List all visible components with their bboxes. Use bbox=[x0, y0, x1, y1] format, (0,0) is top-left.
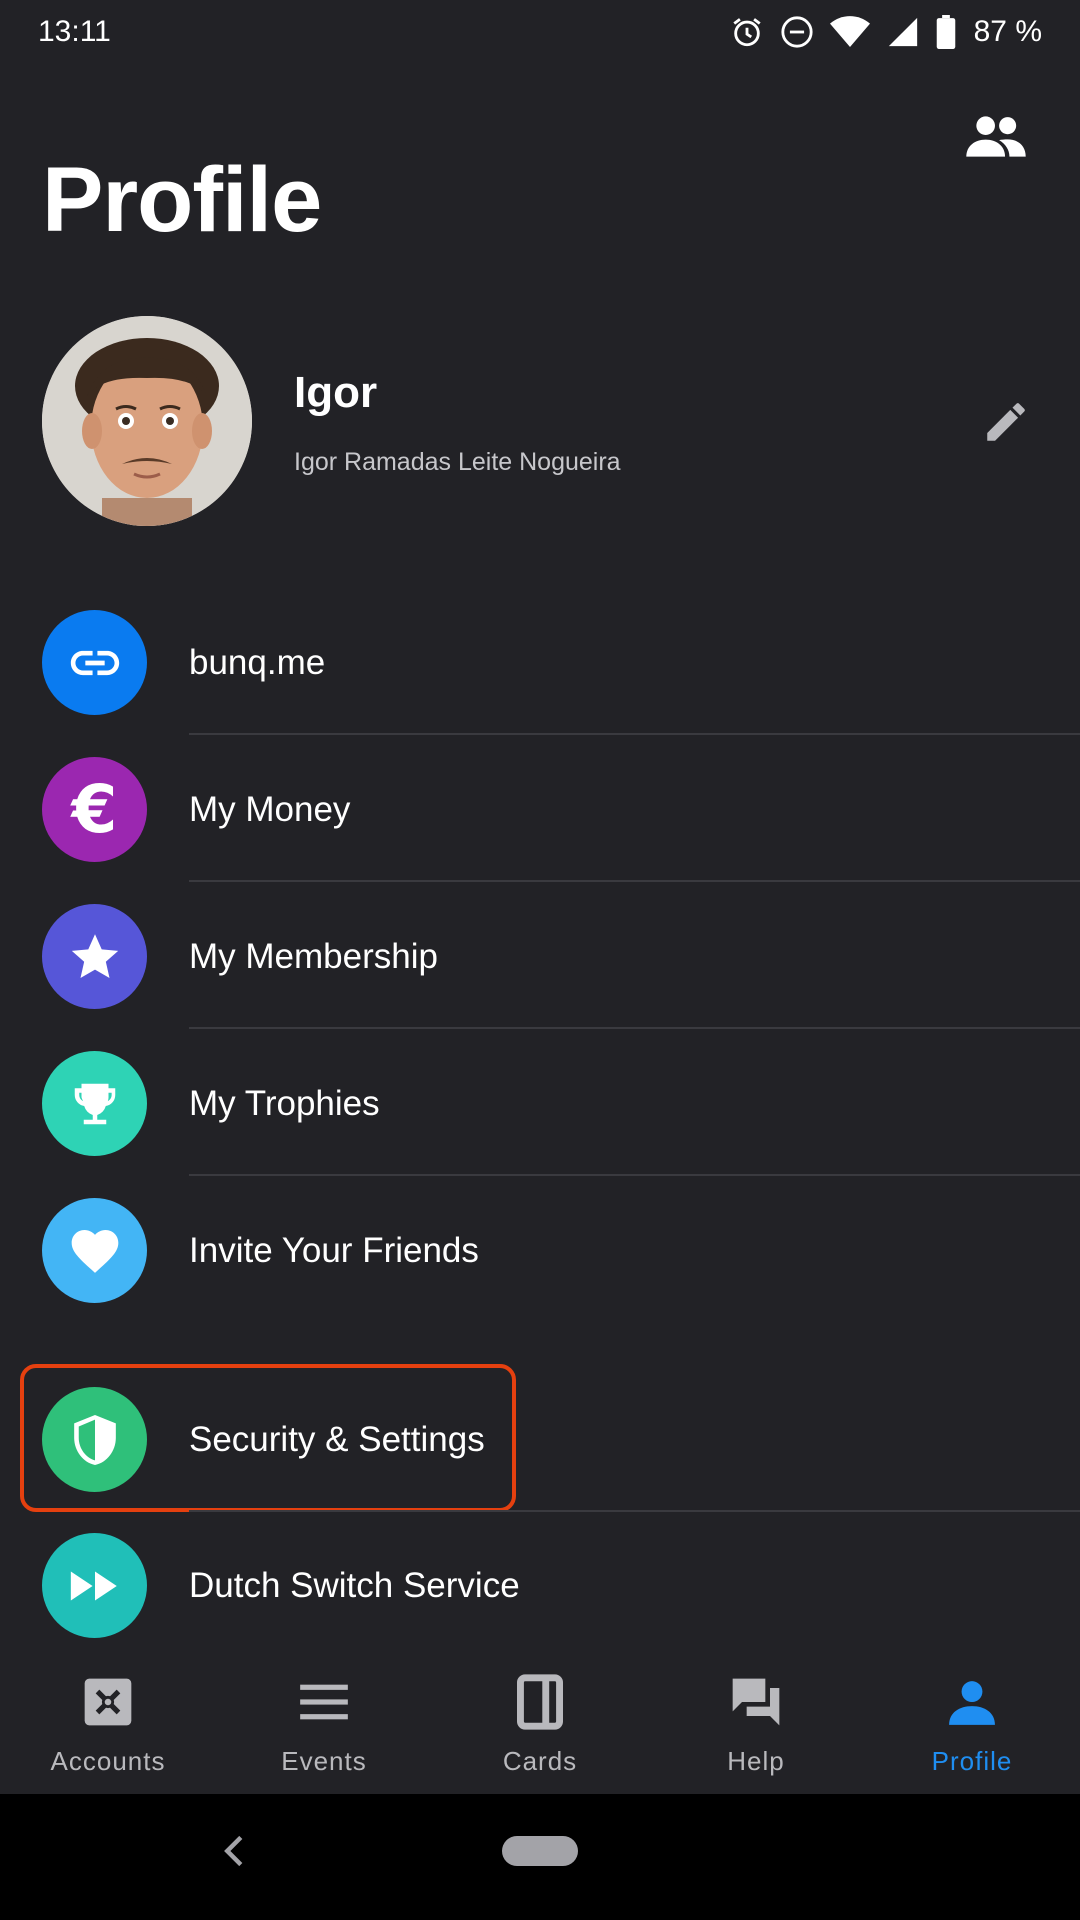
trophy-icon bbox=[42, 1051, 147, 1156]
people-icon bbox=[965, 114, 1027, 163]
alarm-icon bbox=[730, 15, 764, 49]
profile-full-name: Igor Ramadas Leite Nogueira bbox=[294, 448, 621, 476]
avatar[interactable] bbox=[42, 316, 252, 526]
wifi-icon bbox=[829, 15, 870, 49]
profile-name: Igor bbox=[294, 368, 378, 417]
menu-label: My Membership bbox=[189, 936, 438, 976]
menu-label: Invite Your Friends bbox=[189, 1230, 479, 1270]
menu-item-my-membership[interactable]: My Membership bbox=[0, 883, 1080, 1030]
link-icon bbox=[42, 610, 147, 715]
pencil-icon bbox=[981, 397, 1031, 452]
divider bbox=[189, 880, 1080, 882]
status-time: 13:11 bbox=[38, 15, 111, 48]
divider bbox=[189, 1174, 1080, 1176]
fast-forward-icon bbox=[42, 1533, 147, 1638]
menu-item-my-trophies[interactable]: My Trophies bbox=[0, 1030, 1080, 1177]
tab-cards[interactable]: Cards bbox=[432, 1652, 648, 1794]
menu-label: My Money bbox=[189, 789, 351, 829]
list-icon bbox=[298, 1672, 350, 1732]
chat-icon bbox=[728, 1672, 784, 1732]
do-not-disturb-icon bbox=[780, 15, 814, 49]
status-icons: 87 % bbox=[730, 15, 1042, 49]
menu-label: bunq.me bbox=[189, 642, 326, 682]
tab-label: Help bbox=[727, 1746, 785, 1776]
menu-item-bunq-me[interactable]: bunq.me bbox=[0, 589, 1080, 736]
battery-level: 87 % bbox=[973, 15, 1042, 48]
tab-label: Cards bbox=[502, 1746, 578, 1776]
menu-item-my-money[interactable]: € My Money bbox=[0, 736, 1080, 883]
vault-icon bbox=[80, 1672, 136, 1732]
tab-label: Accounts bbox=[50, 1746, 166, 1776]
divider bbox=[189, 733, 1080, 735]
battery-icon bbox=[936, 15, 956, 49]
tab-profile[interactable]: Profile bbox=[864, 1652, 1080, 1794]
menu-label: My Trophies bbox=[189, 1083, 380, 1123]
contacts-button[interactable] bbox=[960, 110, 1032, 166]
signal-icon bbox=[886, 15, 920, 49]
tab-label: Profile bbox=[931, 1746, 1013, 1776]
page-title: Profile bbox=[42, 149, 322, 251]
bottom-navigation: Accounts Events Cards Help Profile bbox=[0, 1652, 1080, 1794]
divider bbox=[189, 1027, 1080, 1029]
edit-profile-button[interactable] bbox=[976, 394, 1036, 454]
menu-item-invite-your-friends[interactable]: Invite Your Friends bbox=[0, 1177, 1080, 1324]
star-icon bbox=[42, 904, 147, 1009]
status-bar: 13:11 87 % bbox=[0, 0, 1080, 64]
heart-icon bbox=[42, 1198, 147, 1303]
menu-item-dutch-switch-service[interactable]: Dutch Switch Service bbox=[0, 1512, 1080, 1659]
tab-label: Events bbox=[281, 1746, 367, 1776]
back-button[interactable] bbox=[214, 1828, 254, 1878]
tab-accounts[interactable]: Accounts bbox=[0, 1652, 216, 1794]
tab-events[interactable]: Events bbox=[216, 1652, 432, 1794]
chevron-left-icon bbox=[223, 1834, 245, 1873]
euro-icon: € bbox=[42, 757, 147, 862]
system-navigation-bar bbox=[0, 1794, 1080, 1920]
highlight-box bbox=[20, 1364, 516, 1512]
card-icon bbox=[517, 1672, 563, 1732]
tab-help[interactable]: Help bbox=[648, 1652, 864, 1794]
home-button[interactable] bbox=[502, 1836, 578, 1866]
menu-label: Dutch Switch Service bbox=[189, 1565, 520, 1605]
person-icon bbox=[947, 1672, 997, 1732]
